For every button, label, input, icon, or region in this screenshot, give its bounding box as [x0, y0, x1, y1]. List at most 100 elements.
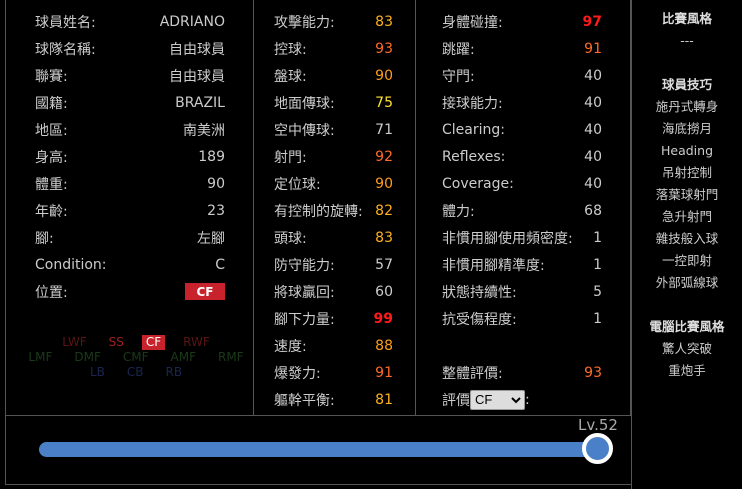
position-rwf[interactable]: RWF [179, 335, 214, 350]
stat-row: 體力: 68 [416, 197, 630, 224]
stat-label: 球員姓名: [35, 14, 96, 31]
stat-label: 頭球: [274, 230, 307, 247]
stat-label: 腳下力量: [274, 311, 335, 328]
stat-label: 接球能力: [442, 95, 503, 112]
stat-label: Clearing: [442, 121, 505, 138]
stat-label: 體重: [35, 176, 68, 193]
stat-row: 身體碰撞: 97 [416, 8, 630, 35]
position-lb[interactable]: LB [86, 365, 109, 380]
stat-label: 射門: [274, 149, 307, 166]
position-cf[interactable]: CF [141, 335, 166, 350]
stat-value: 40 [584, 94, 602, 111]
stat-label: 控球: [274, 41, 307, 58]
stat-value: 南美洲 [183, 122, 225, 139]
position-rmf[interactable]: RMF [214, 350, 248, 365]
stats-column-2: 身體碰撞: 97 跳躍: 91 守門: 40 接球能力: 40 Clearing: 40 Refle… [416, 0, 631, 415]
stat-value: 1 [593, 310, 602, 327]
position-ss[interactable]: SS [105, 335, 128, 350]
skill-item: 急升射門 [661, 209, 712, 224]
rating-suffix: : [525, 391, 530, 408]
stat-value: 83 [375, 229, 393, 246]
ai-style-item: 重炮手 [668, 363, 706, 378]
stat-value: 90 [207, 175, 225, 192]
level-slider-track[interactable] [39, 442, 609, 457]
skill-item: 一控即射 [661, 253, 712, 268]
position-cb[interactable]: CB [123, 365, 148, 380]
stat-value: 88 [375, 337, 393, 354]
stat-row: 攻擊能力: 83 [254, 8, 415, 35]
stat-row: 抗受傷程度: 1 [416, 305, 630, 332]
stat-label: 球隊名稱: [35, 41, 96, 58]
stat-row: Reflexes: 40 [416, 143, 630, 170]
skills-title: 球員技巧 [661, 77, 712, 92]
stat-value: 83 [375, 13, 393, 30]
stat-row: 接球能力: 40 [416, 89, 630, 116]
stat-label: 跳躍: [442, 41, 475, 58]
skill-item: 雜技般入球 [655, 231, 719, 246]
stat-value: C [215, 256, 225, 273]
stat-row: 非慣用腳精準度: 1 [416, 251, 630, 278]
stat-value: 1 [593, 256, 602, 273]
stat-value: ADRIANO [159, 13, 225, 30]
stat-value: 189 [198, 148, 225, 165]
stat-value: 左腳 [197, 230, 225, 247]
overall-row: 整體評價: 93 [416, 359, 630, 386]
stat-label: 地區: [35, 122, 68, 139]
stat-value: 68 [584, 202, 602, 219]
stat-row: Coverage: 40 [416, 170, 630, 197]
stat-value: 5 [593, 283, 602, 300]
skill-item: 海底撈月 [661, 121, 712, 136]
rating-position-select[interactable]: CF [470, 389, 525, 410]
stat-row: 定位球: 90 [254, 170, 415, 197]
stat-label: 抗受傷程度: [442, 311, 517, 328]
stat-label: 有控制的旋轉: [274, 203, 363, 220]
level-slider-thumb[interactable] [582, 433, 613, 464]
ai-style-item: 驚人突破 [661, 341, 712, 356]
skill-item: 吊射控制 [661, 165, 712, 180]
position-lmf[interactable]: LMF [24, 350, 56, 365]
position-map: LWF SS CF RWF LMF DMF CMF AMF RMF LB CB RB [28, 335, 244, 380]
position-amf[interactable]: AMF [167, 350, 200, 365]
position-badge: CF [185, 283, 225, 300]
stat-row: 守門: 40 [416, 62, 630, 89]
stat-row: 空中傳球: 71 [254, 116, 415, 143]
stat-value: 90 [375, 175, 393, 192]
stat-label: 定位球: [274, 176, 321, 193]
position-lwf[interactable]: LWF [58, 335, 90, 350]
stat-value: 40 [584, 148, 602, 165]
stat-label: 攻擊能力: [274, 14, 335, 31]
skill-item: 施丹式轉身 [655, 99, 719, 114]
stat-label: Coverage: [442, 175, 514, 192]
stat-value: 82 [375, 202, 393, 219]
stat-label: 速度: [274, 338, 307, 355]
stat-row: 聯賽: 自由球員 [6, 62, 253, 89]
stat-label: 年齡: [35, 203, 68, 220]
position-dmf[interactable]: DMF [70, 350, 105, 365]
play-style-value: --- [680, 33, 694, 48]
level-slider-section: Lv.52 [5, 415, 631, 485]
stat-row: 年齡: 23 [6, 197, 253, 224]
stat-label: 國籍: [35, 95, 68, 112]
stat-label: 腳: [35, 230, 54, 247]
stat-value: 40 [584, 175, 602, 192]
stat-value: 57 [375, 256, 393, 273]
stat-row: 防守能力: 57 [254, 251, 415, 278]
stat-value: 71 [375, 121, 393, 138]
stat-row: 控球: 93 [254, 35, 415, 62]
stat-value: 91 [584, 40, 602, 57]
stat-label: 將球贏回: [274, 284, 335, 301]
stat-row: 速度: 88 [254, 332, 415, 359]
stat-row: 射門: 92 [254, 143, 415, 170]
stat-row: 國籍: BRAZIL [6, 89, 253, 116]
stat-row: 體重: 90 [6, 170, 253, 197]
stat-row: Clearing: 40 [416, 116, 630, 143]
play-style-title: 比賽風格 [661, 11, 712, 26]
stat-row: 將球贏回: 60 [254, 278, 415, 305]
stat-row: 地區: 南美洲 [6, 116, 253, 143]
stat-label: 空中傳球: [274, 122, 335, 139]
position-rb[interactable]: RB [161, 365, 186, 380]
stat-value: 97 [582, 13, 602, 30]
stat-row: 地面傳球: 75 [254, 89, 415, 116]
position-cmf[interactable]: CMF [119, 350, 153, 365]
player-info-column: 球員姓名: ADRIANO 球隊名稱: 自由球員 聯賽: 自由球員 國籍: BRAZIL 地區:… [5, 0, 254, 415]
